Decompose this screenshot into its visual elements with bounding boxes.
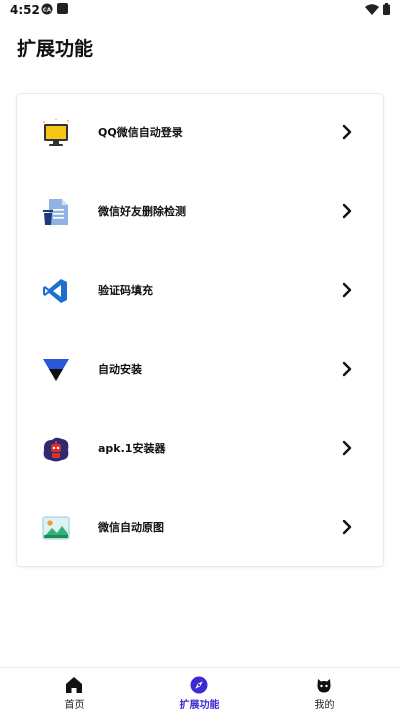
chevron-right-icon [342, 519, 352, 535]
vscode-icon [43, 279, 67, 303]
document-trash-icon [43, 199, 68, 225]
chevron-right-icon [342, 440, 352, 456]
monitor-icon [43, 118, 69, 146]
compass-icon [190, 676, 208, 694]
feature-label: QQ微信自动登录 [98, 126, 183, 139]
page-title: 扩展功能 [17, 38, 94, 60]
bottom-navigation: 首页 扩展功能 我的 [0, 667, 400, 711]
chevron-right-icon [342, 282, 352, 298]
nav-item-extensions[interactable]: 扩展功能 [133, 668, 266, 711]
carrier-icon: CA [41, 3, 53, 15]
robot-icon [43, 437, 69, 462]
profile-face-icon [317, 679, 331, 693]
home-icon [66, 677, 82, 693]
notification-icon [57, 3, 68, 14]
chevron-right-icon [342, 203, 352, 219]
wifi-icon [365, 4, 379, 15]
feature-label: 微信好友删除检测 [98, 205, 186, 218]
feature-label: 自动安装 [98, 363, 142, 376]
battery-icon [383, 3, 390, 15]
nav-label-home: 首页 [64, 700, 85, 711]
feature-label: apk.1安装器 [98, 442, 166, 455]
status-time: 4:52 [10, 3, 40, 17]
triangle-download-icon [43, 359, 69, 381]
feature-row-qq-wechat-auto-login[interactable]: QQ微信自动登录 [17, 102, 383, 162]
feature-row-auto-install[interactable]: 自动安装 [17, 339, 383, 399]
nav-item-home[interactable]: 首页 [8, 668, 141, 711]
feature-label: 微信自动原图 [98, 521, 164, 534]
status-bar: 4:52 CA [0, 0, 400, 22]
feature-label: 验证码填充 [98, 284, 153, 297]
feature-row-captcha-fill[interactable]: 验证码填充 [17, 260, 383, 320]
chevron-right-icon [342, 361, 352, 377]
chevron-right-icon [342, 124, 352, 140]
nav-label-extensions: 扩展功能 [179, 700, 220, 711]
feature-list-card: QQ微信自动登录 微信好友删除检测 验证码填充 自动安装 apk.1安装器 微信… [17, 94, 383, 566]
feature-row-wechat-friend-delete-check[interactable]: 微信好友删除检测 [17, 181, 383, 241]
nav-label-mine: 我的 [314, 700, 335, 711]
image-icon [42, 516, 70, 540]
feature-row-apk1-installer[interactable]: apk.1安装器 [17, 418, 383, 478]
nav-item-mine[interactable]: 我的 [258, 668, 391, 711]
svg-text:CA: CA [43, 7, 52, 13]
feature-row-wechat-auto-original-image[interactable]: 微信自动原图 [17, 497, 383, 557]
